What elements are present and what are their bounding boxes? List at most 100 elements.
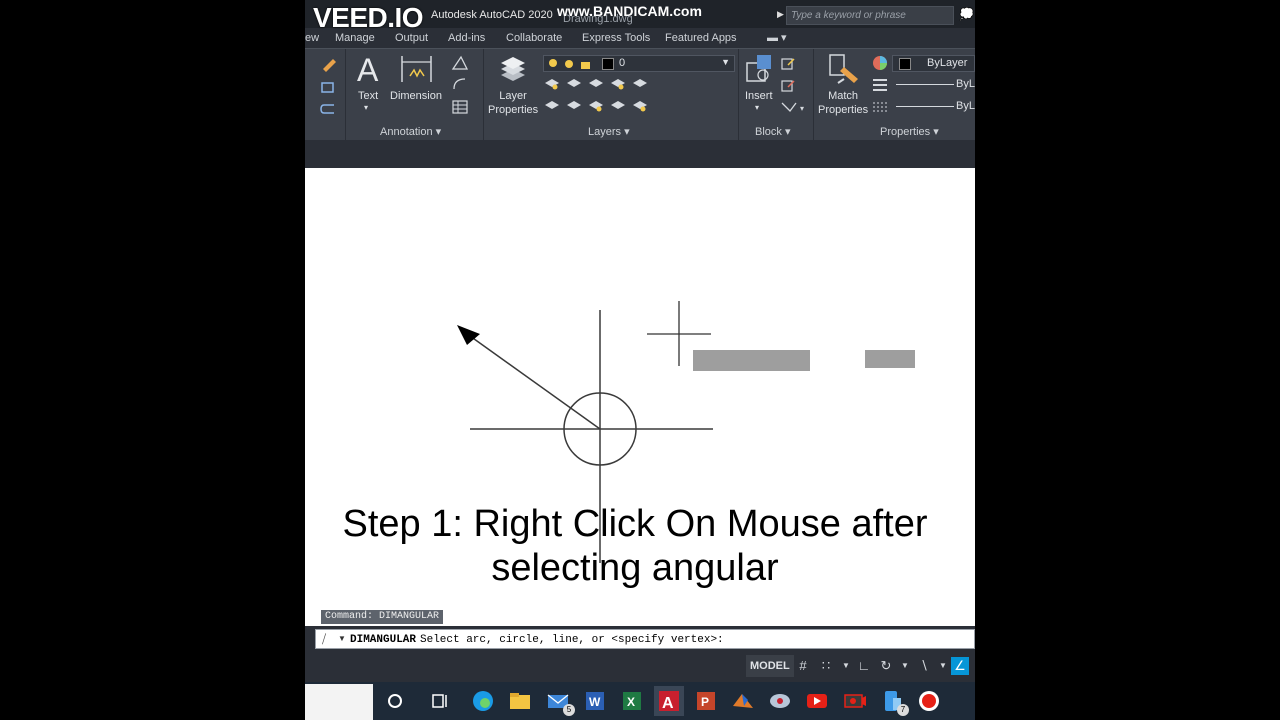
- files-badge: 7: [897, 704, 909, 716]
- tab-collaborate[interactable]: Collaborate: [506, 32, 562, 44]
- file-tabs-bar: [305, 140, 975, 167]
- linetype-dropdown[interactable]: ByLa: [892, 77, 975, 94]
- autocad-taskbar-icon[interactable]: A: [654, 686, 684, 716]
- tab-manage[interactable]: Manage: [335, 32, 375, 44]
- powerpoint-icon[interactable]: P: [691, 686, 721, 716]
- word-icon[interactable]: W: [580, 686, 610, 716]
- dimension-button-label[interactable]: Dimension: [390, 89, 442, 103]
- tab-express-tools[interactable]: Express Tools: [582, 32, 650, 44]
- insert-block-icon[interactable]: [745, 53, 775, 85]
- command-name: DIMANGULAR: [350, 634, 417, 646]
- block-tools-icon[interactable]: ▾: [780, 57, 808, 117]
- lineweight-dropdown[interactable]: ByLa: [892, 99, 975, 116]
- chevron-down-icon[interactable]: ▼: [896, 657, 914, 675]
- ribbon: A Text ▾ Dimension Annotation ▾ Layer Pr…: [305, 48, 975, 141]
- text-icon[interactable]: A: [355, 53, 381, 85]
- windows-taskbar: 5 W X A P 7: [305, 682, 975, 720]
- bandicam-watermark: www.BANDICAM.com: [557, 3, 702, 19]
- svg-text:W: W: [589, 695, 601, 709]
- annotation-small-tools-icon[interactable]: [451, 55, 475, 115]
- lineweight-value: ByLa: [956, 100, 975, 112]
- text-button-label[interactable]: Text: [358, 89, 378, 103]
- model-space-button[interactable]: MODEL: [746, 655, 794, 677]
- taskbar-search-box[interactable]: [305, 684, 373, 720]
- grid-icon[interactable]: #: [794, 657, 812, 675]
- modify-tools-icon[interactable]: [319, 55, 339, 115]
- layers-panel-title[interactable]: Layers ▾: [588, 125, 630, 138]
- svg-text:A: A: [357, 53, 379, 85]
- svg-text:P: P: [701, 695, 709, 709]
- command-prompt-icon: ⧸: [322, 632, 327, 646]
- isodraft-icon[interactable]: ∖: [915, 657, 933, 675]
- command-input[interactable]: ⧸ ▼ DIMANGULAR Select arc, circle, line,…: [315, 629, 975, 649]
- snap-icon[interactable]: ∷: [817, 657, 835, 675]
- layer-properties-icon[interactable]: [497, 53, 529, 87]
- drawing-canvas[interactable]: Step 1: Right Click On Mouse after selec…: [305, 168, 975, 626]
- binoculars-icon[interactable]: 💭: [959, 7, 974, 21]
- tab-featured-apps[interactable]: Featured Apps: [665, 32, 737, 44]
- lineweight-line: [896, 106, 954, 107]
- status-bar: MODEL # ∷ ▼ ∟ ↻ ▼ ∖ ▼ ∠: [305, 651, 975, 682]
- insert-dropdown-arrow[interactable]: ▾: [755, 101, 759, 115]
- dynamic-input-box: [693, 350, 810, 371]
- search-expand-icon[interactable]: ▶: [777, 9, 784, 20]
- linetype-line: [896, 84, 954, 85]
- cortana-icon[interactable]: [380, 686, 410, 716]
- command-history: Command: DIMANGULAR: [321, 610, 444, 624]
- ribbon-tabs: ew Manage Output Add-ins Collaborate Exp…: [305, 29, 975, 47]
- ortho-icon[interactable]: ∟: [855, 657, 873, 675]
- color-swatch: [899, 58, 911, 70]
- files-app[interactable]: 7: [877, 686, 909, 716]
- properties-small-icons[interactable]: [871, 55, 889, 117]
- layer-tools-icon[interactable]: [543, 75, 655, 119]
- mail-badge: 5: [563, 704, 575, 716]
- svg-text:X: X: [627, 695, 635, 709]
- dimension-icon[interactable]: [400, 54, 434, 84]
- command-line: ⧸ ▼ DIMANGULAR Select arc, circle, line,…: [305, 626, 975, 651]
- autocad-window: Autodesk AutoCAD 2020 Drawing1.dwg www.B…: [305, 0, 975, 720]
- drawing-geometry: [457, 301, 915, 563]
- solidworks-icon[interactable]: [765, 686, 795, 716]
- title-bar: Autodesk AutoCAD 2020 Drawing1.dwg www.B…: [305, 0, 975, 33]
- edge-icon[interactable]: [468, 686, 498, 716]
- arrowhead: [457, 325, 480, 345]
- tab-output[interactable]: Output: [395, 32, 428, 44]
- layer-properties-label[interactable]: Layer Properties: [488, 89, 538, 117]
- tab-view[interactable]: ew: [305, 32, 319, 44]
- file-explorer-icon[interactable]: [505, 686, 535, 716]
- layer-dropdown[interactable]: 0 ▼: [543, 55, 735, 72]
- task-view-icon[interactable]: [425, 686, 455, 716]
- tab-options-icon[interactable]: ▬ ▾: [767, 31, 787, 44]
- search-input[interactable]: [786, 6, 954, 25]
- chevron-down-icon[interactable]: ▼: [338, 634, 346, 643]
- mail-app[interactable]: 5: [543, 686, 575, 716]
- color-value: ByLayer: [927, 57, 968, 69]
- record-icon[interactable]: [914, 686, 944, 716]
- excel-icon[interactable]: X: [617, 686, 647, 716]
- tab-add-ins[interactable]: Add-ins: [448, 32, 485, 44]
- layer-state-icons: [549, 59, 590, 69]
- properties-panel-title[interactable]: Properties ▾: [880, 125, 939, 138]
- chevron-down-icon[interactable]: ▼: [934, 657, 952, 675]
- dynamic-input-box-small: [865, 350, 915, 368]
- svg-text:A: A: [662, 695, 674, 712]
- app-title: Autodesk AutoCAD 2020: [431, 9, 553, 21]
- match-properties-icon[interactable]: [828, 53, 860, 87]
- polar-icon[interactable]: ↻: [877, 657, 895, 675]
- match-properties-label[interactable]: Match Properties: [818, 89, 868, 117]
- command-prompt-text: Select arc, circle, line, or <specify ve…: [420, 634, 724, 646]
- annotation-panel-title[interactable]: Annotation ▾: [380, 125, 441, 138]
- layer-color-swatch: [602, 58, 614, 70]
- object-snap-tracking-icon[interactable]: ∠: [951, 657, 969, 675]
- linetype-value: ByLa: [956, 78, 975, 90]
- youtube-icon[interactable]: [802, 686, 832, 716]
- bandicam-taskbar-icon[interactable]: [840, 686, 870, 716]
- color-dropdown[interactable]: ByLayer: [892, 55, 975, 72]
- chevron-down-icon[interactable]: ▼: [837, 657, 855, 675]
- block-panel-title[interactable]: Block ▾: [755, 125, 790, 138]
- layer-current-value: 0: [619, 57, 626, 69]
- matlab-icon[interactable]: [728, 686, 758, 716]
- arrow-line[interactable]: [469, 335, 601, 430]
- svg-text:▾: ▾: [800, 104, 804, 113]
- text-dropdown-arrow[interactable]: ▾: [364, 101, 368, 115]
